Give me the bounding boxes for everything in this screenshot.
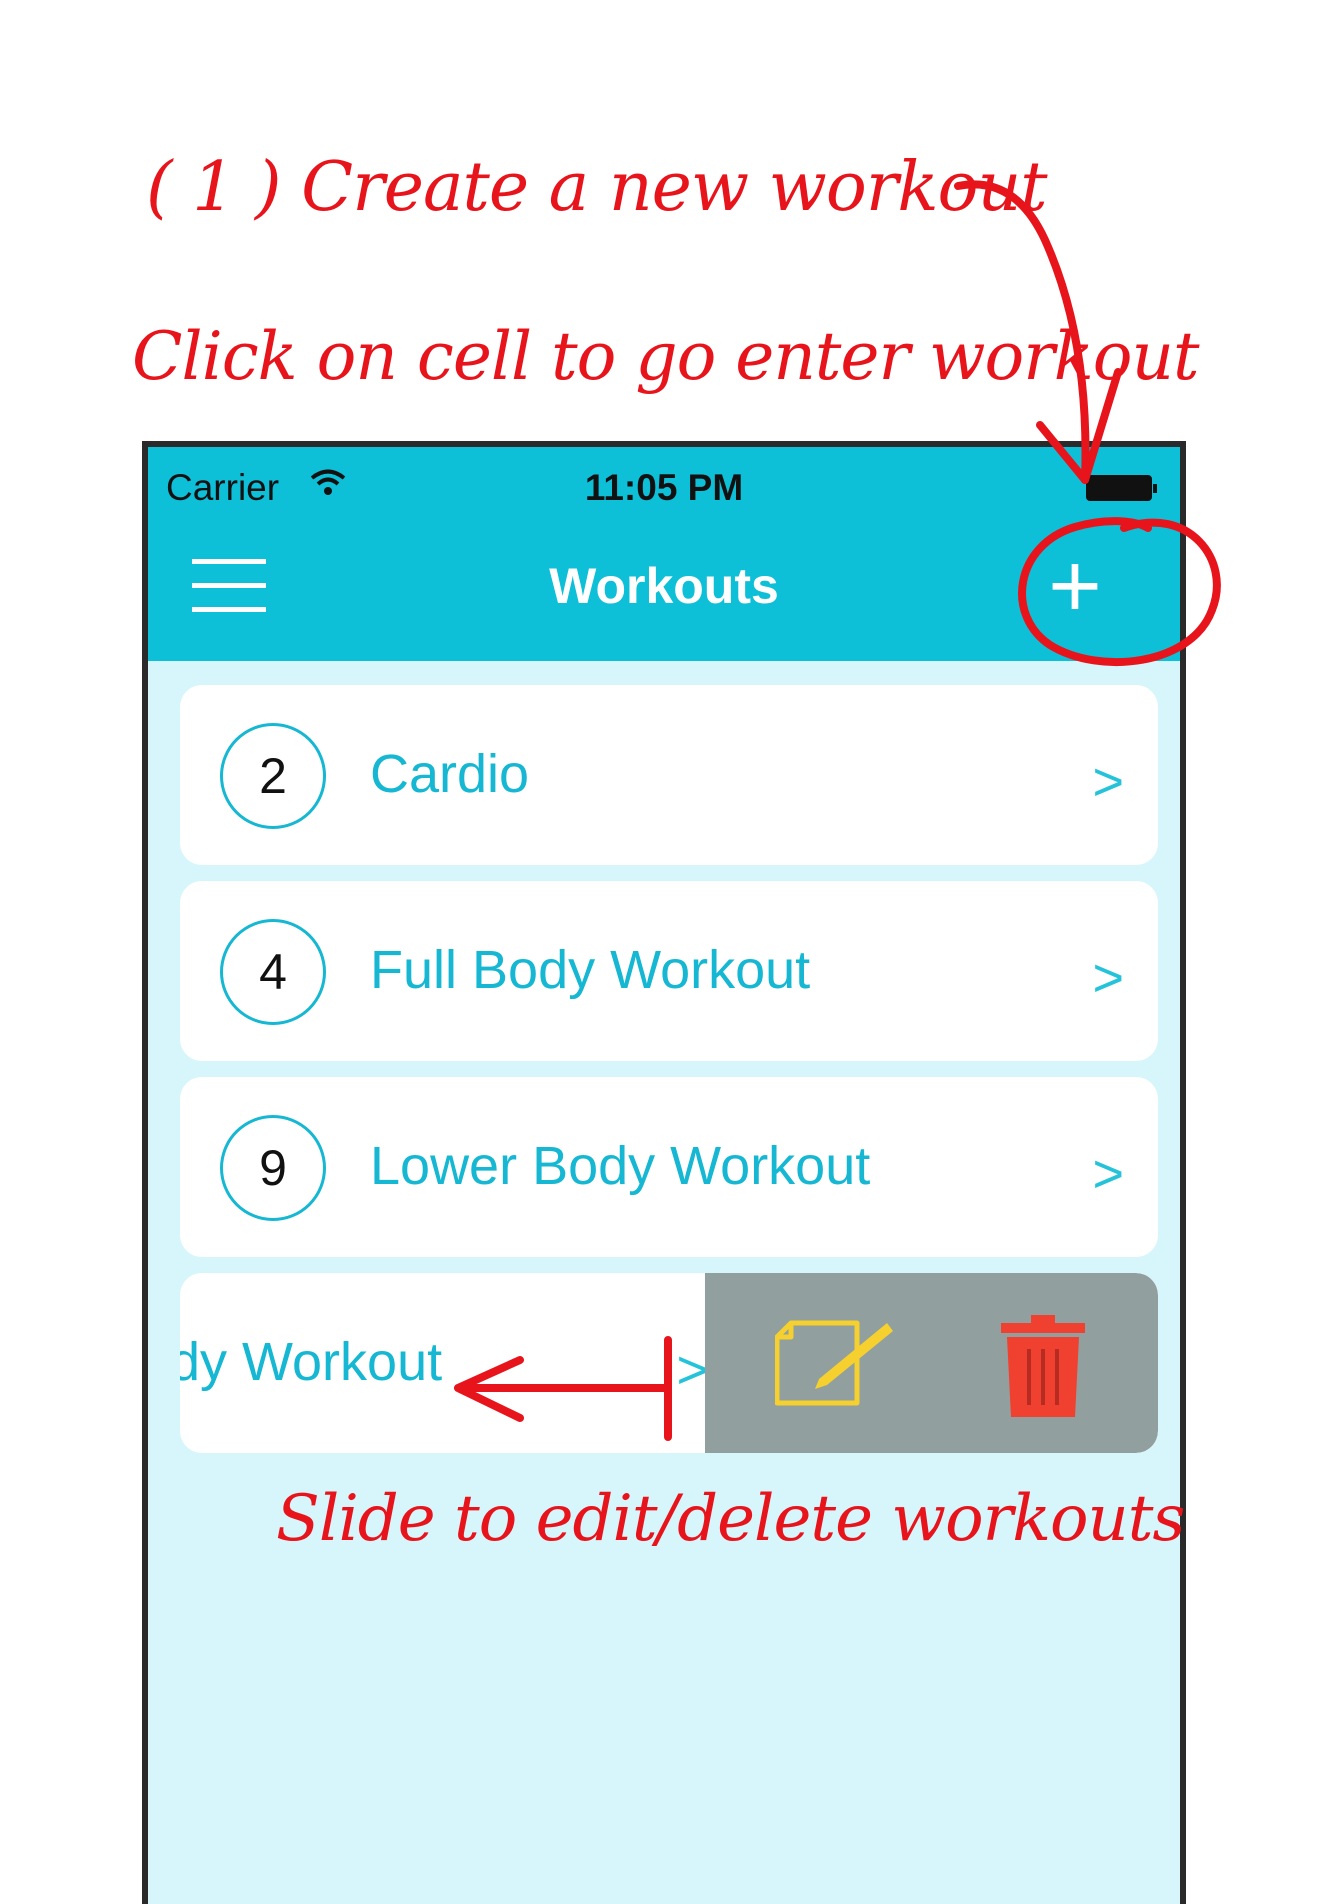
exercise-count-badge: 9 xyxy=(220,1115,326,1221)
add-workout-button[interactable]: + xyxy=(1042,540,1108,632)
workout-cell[interactable]: 4 Full Body Workout > xyxy=(180,881,1158,1061)
chevron-right-icon: > xyxy=(1092,1144,1124,1204)
workout-cell[interactable]: 2 Cardio > xyxy=(180,685,1158,865)
workout-name: dy Workout xyxy=(180,1332,443,1392)
trash-icon[interactable] xyxy=(1001,1315,1085,1422)
annotation-slide-edit: Slide to edit/delete workouts xyxy=(276,1482,1185,1556)
exercise-count-badge: 4 xyxy=(220,919,326,1025)
status-time: 11:05 PM xyxy=(584,467,744,508)
navigation-bar: Carrier 11:05 PM Workouts + xyxy=(148,447,1180,661)
workout-name: Lower Body Workout xyxy=(370,1136,871,1196)
chevron-right-icon: > xyxy=(1092,948,1124,1008)
workout-cell-swiped[interactable]: dy Workout > xyxy=(180,1273,1158,1453)
annotation-click-cell: Click on cell to go enter workout xyxy=(132,318,1200,395)
chevron-right-icon: > xyxy=(1092,752,1124,812)
swipe-actions xyxy=(705,1273,1158,1453)
annotation-create-workout: ( 1 ) Create a new workout xyxy=(146,148,1048,227)
workout-name: Cardio xyxy=(370,744,530,804)
phone-screen: Carrier 11:05 PM Workouts + 2 Cardio > 4… xyxy=(142,441,1186,1904)
workout-name: Full Body Workout xyxy=(370,940,811,1000)
battery-icon xyxy=(1086,475,1157,501)
edit-icon[interactable] xyxy=(774,1319,895,1414)
exercise-count-badge: 2 xyxy=(220,723,326,829)
page-title: Workouts xyxy=(549,558,779,614)
workout-cell[interactable]: 9 Lower Body Workout > xyxy=(180,1077,1158,1257)
chevron-right-icon: > xyxy=(676,1340,708,1400)
